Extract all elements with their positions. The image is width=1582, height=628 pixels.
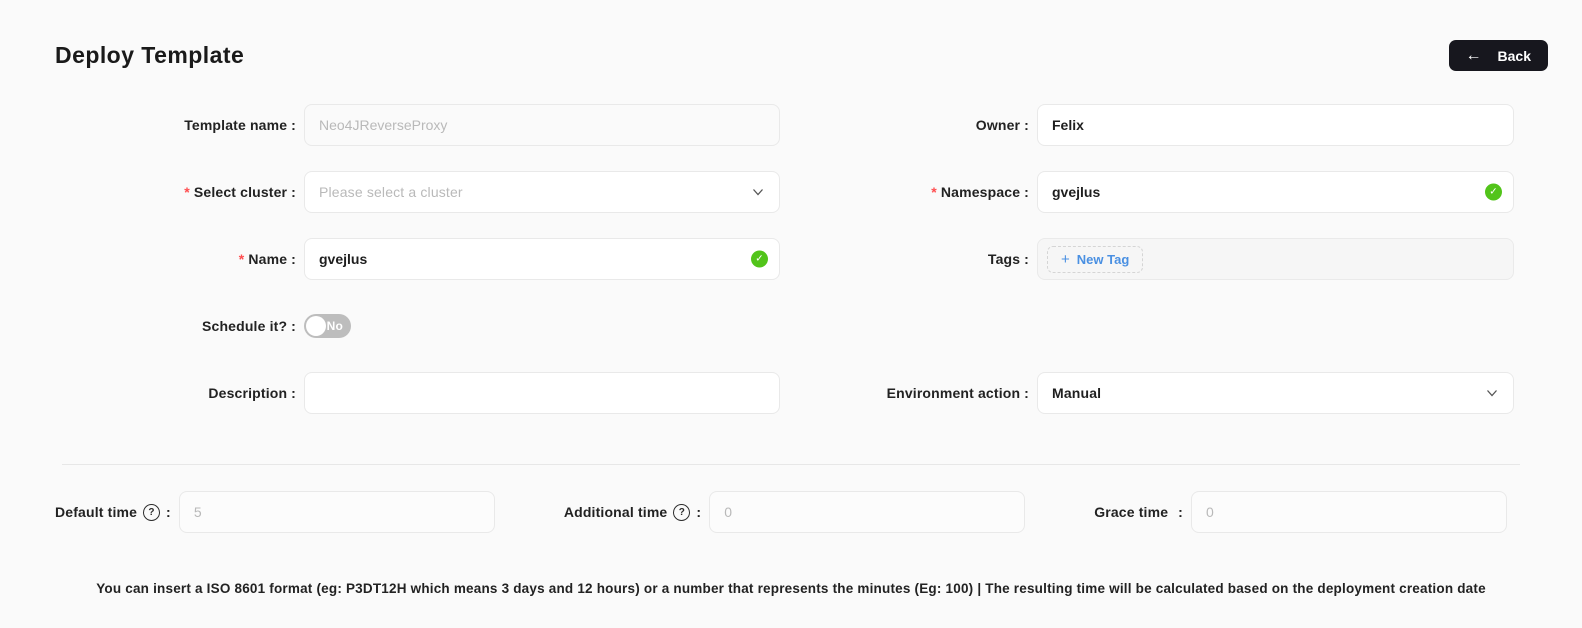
tags-field: + New Tag	[1037, 238, 1514, 280]
environment-action-control: Manual	[1037, 372, 1514, 414]
name-control: ✓	[304, 238, 780, 280]
additional-time-label: Additional time ? :	[564, 504, 701, 521]
additional-time-input[interactable]	[709, 491, 1025, 533]
back-button[interactable]: ← Back	[1449, 40, 1548, 71]
page-header: Deploy Template ← Back	[0, 0, 1582, 71]
schedule-label: Schedule it?:	[55, 305, 296, 347]
tags-control: + New Tag	[1037, 238, 1514, 280]
success-check-icon: ✓	[751, 251, 768, 268]
owner-label: Owner:	[788, 104, 1029, 146]
owner-control	[1037, 104, 1514, 146]
schedule-control: No	[304, 305, 780, 347]
toggle-state-label: No	[327, 319, 343, 333]
time-settings-row: Default time ? : Additional time ? : Gra…	[55, 491, 1507, 533]
new-tag-label: New Tag	[1077, 252, 1130, 267]
grace-time-label: Grace time:	[1094, 504, 1183, 520]
select-cluster-dropdown[interactable]: Please select a cluster	[304, 171, 780, 213]
help-icon[interactable]: ?	[143, 504, 160, 521]
deploy-form: Template name: Owner: * Select cluster: …	[55, 104, 1582, 414]
description-control	[304, 372, 780, 414]
tags-label: Tags:	[788, 238, 1029, 280]
select-cluster-control: Please select a cluster	[304, 171, 780, 213]
environment-action-dropdown[interactable]: Manual	[1037, 372, 1514, 414]
back-button-label: Back	[1498, 48, 1531, 64]
owner-input[interactable]	[1037, 104, 1514, 146]
section-divider	[62, 464, 1520, 465]
new-tag-button[interactable]: + New Tag	[1047, 246, 1143, 273]
grace-time-group: Grace time:	[1094, 491, 1507, 533]
required-mark: *	[931, 184, 937, 200]
template-name-label: Template name:	[55, 104, 296, 146]
template-name-control	[304, 104, 780, 146]
additional-time-group: Additional time ? :	[564, 491, 1025, 533]
select-cluster-label: * Select cluster:	[55, 171, 296, 213]
chevron-down-icon	[751, 185, 765, 199]
time-format-note: You can insert a ISO 8601 format (eg: P3…	[0, 581, 1582, 596]
environment-action-label: Environment action:	[788, 372, 1029, 414]
schedule-toggle[interactable]: No	[304, 314, 351, 338]
namespace-control: ✓	[1037, 171, 1514, 213]
success-check-icon: ✓	[1485, 184, 1502, 201]
toggle-knob-icon	[306, 316, 326, 336]
description-label: Description:	[55, 372, 296, 414]
required-mark: *	[239, 251, 245, 267]
required-mark: *	[184, 184, 190, 200]
default-time-input[interactable]	[179, 491, 495, 533]
namespace-label: * Namespace:	[788, 171, 1029, 213]
arrow-left-icon: ←	[1466, 48, 1482, 64]
select-cluster-placeholder: Please select a cluster	[319, 184, 751, 200]
environment-action-value: Manual	[1052, 385, 1485, 401]
namespace-input[interactable]	[1037, 171, 1514, 213]
name-label: * Name:	[55, 238, 296, 280]
description-input[interactable]	[304, 372, 780, 414]
plus-icon: +	[1061, 251, 1070, 268]
deploy-template-page: Deploy Template ← Back Template name: Ow…	[0, 0, 1582, 628]
template-name-input	[304, 104, 780, 146]
chevron-down-icon	[1485, 386, 1499, 400]
name-input[interactable]	[304, 238, 780, 280]
help-icon[interactable]: ?	[673, 504, 690, 521]
default-time-group: Default time ? :	[55, 491, 495, 533]
grace-time-input[interactable]	[1191, 491, 1507, 533]
page-title: Deploy Template	[55, 42, 244, 68]
default-time-label: Default time ? :	[55, 504, 171, 521]
